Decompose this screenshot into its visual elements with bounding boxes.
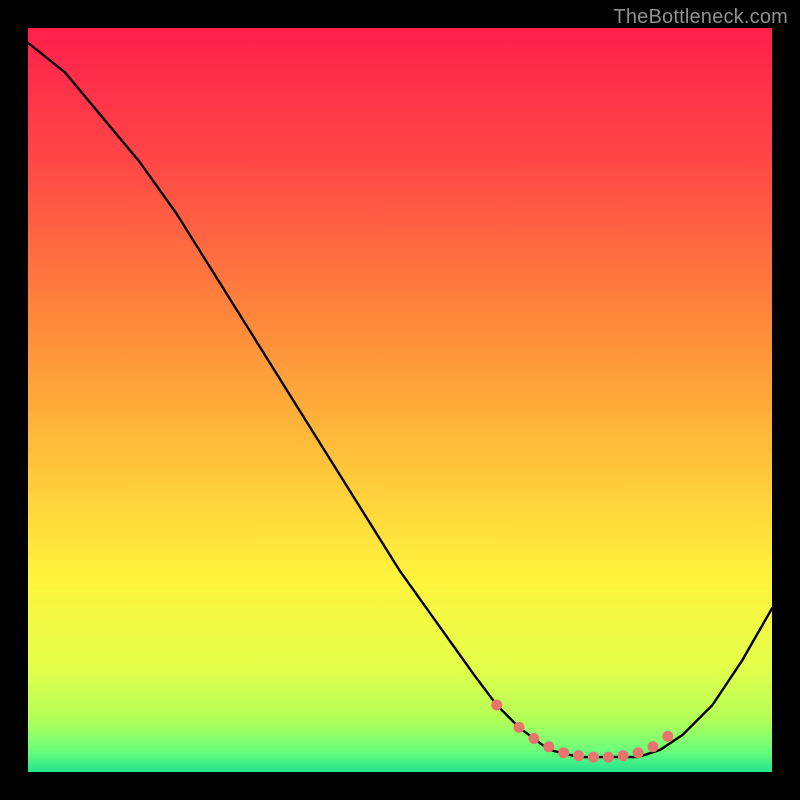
optimal-zone-dots [491,700,673,763]
plot-area [28,28,772,772]
outer-frame: TheBottleneck.com [0,0,800,800]
watermark-text: TheBottleneck.com [613,6,788,29]
chart-svg [28,28,772,772]
bottleneck-curve [28,43,772,757]
